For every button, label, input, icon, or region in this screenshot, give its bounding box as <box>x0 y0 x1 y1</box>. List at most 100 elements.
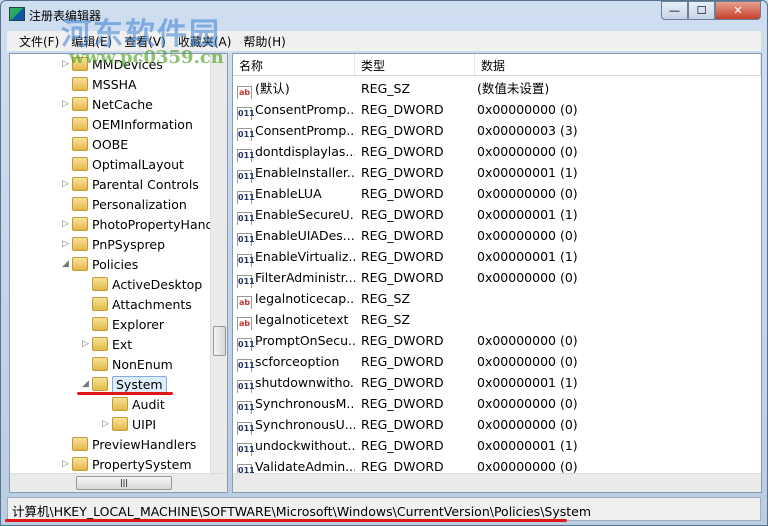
column-header-name[interactable]: 名称 <box>233 54 355 75</box>
value-row[interactable]: 011scforceoption REG_DWORD 0x00000000 (0) <box>233 351 761 372</box>
collapse-arrow-icon[interactable]: ◢ <box>82 379 89 389</box>
binary-value-icon: 011 <box>237 401 255 414</box>
minimize-button[interactable]: — <box>661 1 688 20</box>
tree-item[interactable]: Explorer <box>92 315 164 335</box>
tree-item[interactable]: ActiveDesktop <box>92 275 202 295</box>
folder-icon <box>92 297 108 311</box>
tree-item[interactable]: OptimalLayout <box>72 155 184 175</box>
value-row[interactable]: 011ConsentPromp... REG_DWORD 0x00000000 (0… <box>233 99 761 120</box>
value-row[interactable]: 011SynchronousM... REG_DWORD 0x00000000 (0… <box>233 393 761 414</box>
value-name: ValidateAdmin... <box>255 459 355 474</box>
value-data: 0x00000000 (0) <box>477 186 578 201</box>
expand-arrow-icon[interactable]: ▷ <box>62 99 69 109</box>
tree-item[interactable]: PropertySystem <box>72 455 192 475</box>
scrollbar-thumb[interactable] <box>213 326 226 356</box>
values-horizontal-scrollbar[interactable] <box>233 473 761 492</box>
collapse-arrow-icon[interactable]: ◢ <box>62 259 69 269</box>
tree-item-label: PhotoPropertyHand <box>92 217 214 232</box>
highlight-underline <box>5 519 567 522</box>
tree-item-label: UIPI <box>132 417 157 432</box>
tree-horizontal-scrollbar[interactable]: ||| <box>10 473 227 492</box>
tree-item[interactable]: MSSHA <box>72 75 137 95</box>
tree-item-label: Parental Controls <box>92 177 199 192</box>
value-name: FilterAdministr... <box>255 270 355 285</box>
tree-item[interactable]: PnPSysprep <box>72 235 165 255</box>
binary-value-icon: 011 <box>237 443 255 456</box>
status-bar-path: 计算机\HKEY_LOCAL_MACHINE\SOFTWARE\Microsof… <box>7 497 761 521</box>
binary-value-icon: 011 <box>237 170 255 183</box>
expand-arrow-icon[interactable]: ▷ <box>62 219 69 229</box>
binary-value-icon: 011 <box>237 128 255 141</box>
highlight-underline <box>77 392 173 395</box>
folder-icon <box>72 77 88 91</box>
binary-value-icon: 011 <box>237 149 255 162</box>
string-value-icon: ab <box>237 317 252 330</box>
folder-icon <box>72 197 88 211</box>
value-data: 0x00000003 (3) <box>477 123 578 138</box>
folder-icon <box>72 437 88 451</box>
tree-item[interactable]: Policies <box>72 255 138 275</box>
expand-arrow-icon[interactable]: ▷ <box>62 239 69 249</box>
folder-icon <box>92 357 108 371</box>
value-row[interactable]: ab legalnoticetext REG_SZ <box>233 309 761 330</box>
expand-arrow-icon[interactable]: ▷ <box>102 419 109 429</box>
value-name: SynchronousU... <box>255 417 355 432</box>
column-header-type[interactable]: 类型 <box>355 54 475 75</box>
close-button[interactable]: ✕ <box>715 1 761 20</box>
value-row[interactable]: 011dontdisplaylas... REG_DWORD 0x00000000 … <box>233 141 761 162</box>
tree-item-label: Personalization <box>92 197 187 212</box>
string-value-icon: ab <box>237 86 252 99</box>
value-row[interactable]: 011EnableUIADes... REG_DWORD 0x00000000 (0… <box>233 225 761 246</box>
value-type: REG_SZ <box>361 81 411 96</box>
value-row[interactable]: 011PromptOnSecu... REG_DWORD 0x00000000 (0… <box>233 330 761 351</box>
value-data: 0x00000001 (1) <box>477 375 578 390</box>
value-row[interactable]: 011EnableSecureU... REG_DWORD 0x00000001 (… <box>233 204 761 225</box>
tree-item-label: PnPSysprep <box>92 237 166 252</box>
maximize-button[interactable]: ☐ <box>688 1 715 20</box>
expand-arrow-icon[interactable]: ▷ <box>62 179 69 189</box>
value-row[interactable]: 011shutdownwitho... REG_DWORD 0x00000001 (… <box>233 372 761 393</box>
tree-vertical-scrollbar[interactable] <box>210 54 227 474</box>
value-row[interactable]: 011EnableVirtualiz... REG_DWORD 0x00000001… <box>233 246 761 267</box>
value-name: ConsentPromp... <box>255 102 355 117</box>
binary-value-icon: 011 <box>237 275 255 288</box>
tree-item[interactable]: Personalization <box>72 195 187 215</box>
value-name: EnableVirtualiz... <box>255 249 355 264</box>
value-name: EnableLUA <box>255 186 322 201</box>
tree-item[interactable]: PhotoPropertyHand <box>72 215 213 235</box>
value-row[interactable]: ab legalnoticecap... REG_SZ <box>233 288 761 309</box>
tree-item[interactable]: Attachments <box>92 295 192 315</box>
tree-item[interactable]: NetCache <box>72 95 153 115</box>
scrollbar-thumb[interactable]: ||| <box>76 476 172 490</box>
tree-item[interactable]: Audit <box>112 395 165 415</box>
column-header-data[interactable]: 数据 <box>475 54 761 75</box>
value-row[interactable]: ab (默认) REG_SZ (数值未设置) <box>233 78 761 99</box>
expand-arrow-icon[interactable]: ▷ <box>82 339 89 349</box>
value-row[interactable]: 011undockwithout... REG_DWORD 0x00000001 (… <box>233 435 761 456</box>
menu-help[interactable]: 帮助(H) <box>237 31 291 51</box>
value-row[interactable]: 011SynchronousU... REG_DWORD 0x00000000 (0… <box>233 414 761 435</box>
menu-file[interactable]: 文件(F) <box>13 31 65 51</box>
tree-item-label: MSSHA <box>92 77 137 92</box>
value-type: REG_DWORD <box>361 375 444 390</box>
expand-arrow-icon[interactable]: ▷ <box>62 459 69 469</box>
tree-item[interactable]: Ext <box>92 335 132 355</box>
tree-item-label: System <box>112 376 167 393</box>
tree-item[interactable]: NonEnum <box>92 355 173 375</box>
tree-item[interactable]: OOBE <box>72 135 128 155</box>
tree-item[interactable]: UIPI <box>112 415 156 435</box>
value-type: REG_DWORD <box>361 249 444 264</box>
folder-icon <box>112 397 128 411</box>
binary-value-icon: 011 <box>237 191 255 204</box>
value-name: shutdownwitho... <box>255 375 355 390</box>
expand-arrow-icon[interactable]: ▷ <box>62 59 69 69</box>
tree-item[interactable]: Parental Controls <box>72 175 199 195</box>
tree-item[interactable]: PreviewHandlers <box>72 435 196 455</box>
value-row[interactable]: 011EnableInstaller... REG_DWORD 0x00000001… <box>233 162 761 183</box>
value-row[interactable]: 011EnableLUA REG_DWORD 0x00000000 (0) <box>233 183 761 204</box>
value-row[interactable]: 011FilterAdministr... REG_DWORD 0x00000000… <box>233 267 761 288</box>
tree-item[interactable]: OEMInformation <box>72 115 193 135</box>
value-row[interactable]: 011ConsentPromp... REG_DWORD 0x00000003 (3… <box>233 120 761 141</box>
value-data <box>475 309 477 330</box>
regedit-app-icon <box>9 7 25 21</box>
